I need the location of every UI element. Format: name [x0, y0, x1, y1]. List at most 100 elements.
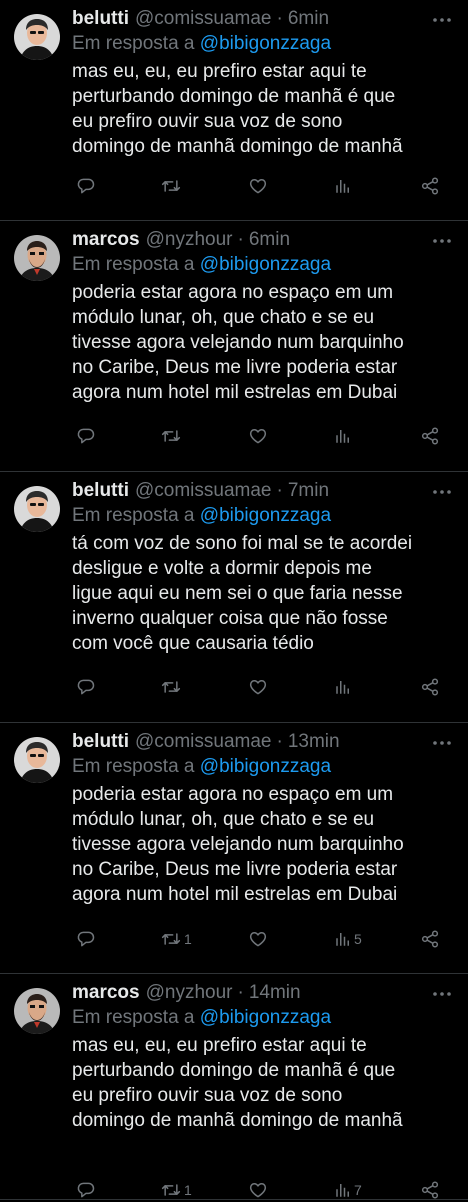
views-button[interactable]: 5: [332, 929, 362, 949]
avatar[interactable]: [14, 988, 60, 1034]
author-name[interactable]: belutti: [72, 729, 129, 755]
avatar[interactable]: [14, 14, 60, 60]
replying-to: Em resposta a @bibigonzzaga: [72, 1006, 454, 1030]
views-icon: [334, 1180, 352, 1200]
more-icon[interactable]: [430, 731, 454, 755]
views-button[interactable]: [332, 176, 354, 196]
tweet-content: belutti @comissuamae · 13min Em resposta…: [72, 729, 454, 907]
replying-to: Em resposta a @bibigonzzaga: [72, 504, 454, 528]
tweet[interactable]: belutti @comissuamae · 13min Em resposta…: [0, 723, 468, 974]
author-handle[interactable]: @comissuamae: [135, 478, 272, 504]
tweet-header: belutti @comissuamae · 13min: [72, 729, 454, 755]
tweet[interactable]: belutti @comissuamae · 6min Em resposta …: [0, 0, 468, 221]
share-button[interactable]: [418, 176, 440, 196]
tweet-header: belutti @comissuamae · 7min: [72, 478, 454, 504]
reply-button[interactable]: [74, 677, 96, 697]
author-name[interactable]: belutti: [72, 478, 129, 504]
retweet-icon: [160, 929, 182, 949]
tweet-text-line: poderia estar agora no espaço em um: [72, 784, 394, 805]
tweet-text: poderia estar agora no espaço em um módul…: [72, 782, 454, 907]
timestamp[interactable]: 13min: [288, 729, 340, 755]
avatar[interactable]: [14, 737, 60, 783]
author-handle[interactable]: @nyzhour: [146, 227, 233, 253]
mention-link[interactable]: @bibigonzzaga: [200, 756, 331, 777]
timestamp[interactable]: 6min: [288, 6, 329, 32]
like-button[interactable]: [246, 929, 268, 949]
views-icon: [334, 929, 352, 949]
separator-dot: ·: [237, 229, 244, 250]
tweet-text-line: tá com voz de sono foi mal se te acordei: [72, 533, 413, 554]
tweet-text-line: eu prefiro ouvir sua voz de sono: [72, 111, 343, 132]
like-button[interactable]: [246, 176, 268, 196]
mention-link[interactable]: @bibigonzzaga: [200, 33, 331, 54]
views-count: 7: [354, 1182, 362, 1198]
mention-link[interactable]: @bibigonzzaga: [200, 254, 331, 275]
timestamp[interactable]: 14min: [249, 980, 301, 1006]
like-button[interactable]: [246, 426, 268, 446]
replying-to: Em resposta a @bibigonzzaga: [72, 253, 454, 277]
tweet-text-line: agora num hotel mil estrelas em Dubai: [72, 884, 398, 905]
author-name[interactable]: belutti: [72, 6, 129, 32]
reply-button[interactable]: [74, 176, 96, 196]
share-button[interactable]: [418, 426, 440, 446]
views-button[interactable]: 7: [332, 1180, 362, 1200]
share-icon: [420, 426, 440, 446]
retweet-icon: [160, 176, 182, 196]
more-icon[interactable]: [430, 982, 454, 1006]
mention-link[interactable]: @bibigonzzaga: [200, 505, 331, 526]
tweet[interactable]: marcos @nyzhour · 6min Em resposta a @bi…: [0, 221, 468, 472]
tweet-text-line: no Caribe, Deus me livre poderia estar: [72, 357, 398, 378]
tweet-content: marcos @nyzhour · 14min Em resposta a @b…: [72, 980, 454, 1133]
retweet-button[interactable]: [158, 426, 184, 446]
retweet-icon: [160, 426, 182, 446]
author-handle[interactable]: @comissuamae: [135, 729, 272, 755]
mention-link[interactable]: @bibigonzzaga: [200, 1007, 331, 1028]
separator-dot: ·: [237, 982, 244, 1003]
like-button[interactable]: [246, 677, 268, 697]
heart-icon: [248, 677, 268, 697]
tweet-text-line: agora num hotel mil estrelas em Dubai: [72, 382, 398, 403]
tweet-text-line: no Caribe, Deus me livre poderia estar: [72, 859, 398, 880]
heart-icon: [248, 176, 268, 196]
views-button[interactable]: [332, 426, 354, 446]
tweet-text-line: perturbando domingo de manhã é que: [72, 1060, 396, 1081]
share-icon: [420, 677, 440, 697]
avatar[interactable]: [14, 486, 60, 532]
tweet-text-line: mas eu, eu, eu prefiro estar aqui te: [72, 1035, 367, 1056]
author-handle[interactable]: @comissuamae: [135, 6, 272, 32]
replying-prefix: Em resposta a: [72, 505, 200, 526]
share-button[interactable]: [418, 1180, 440, 1200]
more-icon[interactable]: [430, 480, 454, 504]
tweet-text-line: ligue aqui eu nem sei o que faria nesse: [72, 583, 403, 604]
reply-button[interactable]: [74, 929, 96, 949]
timestamp[interactable]: 7min: [288, 478, 329, 504]
retweet-button[interactable]: 1: [158, 929, 192, 949]
avatar[interactable]: [14, 235, 60, 281]
replying-prefix: Em resposta a: [72, 756, 200, 777]
reply-button[interactable]: [74, 1180, 96, 1200]
tweet-text-line: desligue e volte a dormir depois me: [72, 558, 372, 579]
tweet[interactable]: marcos @nyzhour · 14min Em resposta a @b…: [0, 974, 468, 1200]
share-icon: [420, 1180, 440, 1200]
tweet[interactable]: belutti @comissuamae · 7min Em resposta …: [0, 472, 468, 723]
retweet-count: 1: [184, 931, 192, 947]
tweet-text: tá com voz de sono foi mal se te acordei…: [72, 531, 454, 656]
timestamp[interactable]: 6min: [249, 227, 290, 253]
replying-prefix: Em resposta a: [72, 1007, 200, 1028]
share-button[interactable]: [418, 929, 440, 949]
author-name[interactable]: marcos: [72, 980, 140, 1006]
views-button[interactable]: [332, 677, 354, 697]
share-button[interactable]: [418, 677, 440, 697]
retweet-button[interactable]: 1: [158, 1180, 192, 1200]
reply-icon: [76, 929, 96, 949]
author-handle[interactable]: @nyzhour: [146, 980, 233, 1006]
views-icon: [334, 426, 352, 446]
more-icon[interactable]: [430, 229, 454, 253]
reply-button[interactable]: [74, 426, 96, 446]
author-name[interactable]: marcos: [72, 227, 140, 253]
like-button[interactable]: [246, 1180, 268, 1200]
separator-dot: ·: [276, 731, 283, 752]
retweet-button[interactable]: [158, 176, 184, 196]
retweet-button[interactable]: [158, 677, 184, 697]
more-icon[interactable]: [430, 8, 454, 32]
